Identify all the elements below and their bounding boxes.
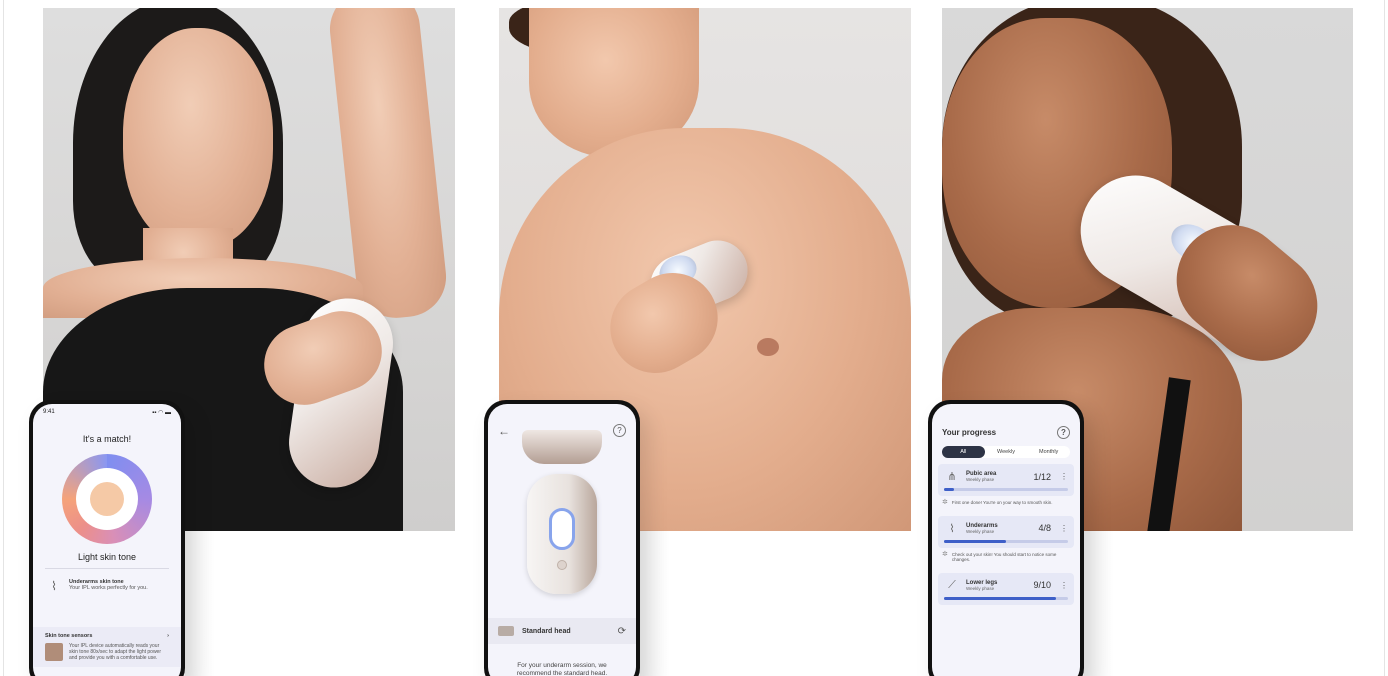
right-frame-line [1384, 0, 1385, 676]
sparkle-icon: ✲ [942, 499, 948, 506]
phone-progress: Your progress ? All Weekly Monthly ⋔ Pub… [928, 400, 1084, 676]
standard-head-row[interactable]: Standard head ⟳ [488, 618, 636, 644]
lower-legs-icon: ⟋ [948, 578, 956, 591]
back-arrow-icon[interactable]: ← [498, 424, 510, 438]
area-phase: Weekly phase [966, 585, 995, 591]
period-tabs: All Weekly Monthly [942, 446, 1070, 458]
head-icon [498, 626, 514, 636]
phone-head-recommendation: ← ? Standard head ⟳ For your underarm se… [484, 400, 640, 676]
area-progress-bar [944, 539, 1068, 543]
tip-text: First one done! You're on your way to sm… [951, 500, 1053, 505]
more-menu-icon[interactable]: ⋮ [1060, 524, 1068, 533]
area-count: 1/12 [1033, 471, 1051, 482]
underarms-icon: ⌇ [51, 579, 57, 593]
phone-skin-tone: 9:41 ▪▪ ◠ ▬ It's a match! Light skin ton… [29, 400, 185, 676]
more-menu-icon[interactable]: ⋮ [1060, 581, 1068, 590]
underarms-info: ⌇ Underarms skin tone Your IPL works per… [33, 575, 181, 597]
sensors-text: Your IPL device automatically reads your… [69, 643, 162, 661]
area-card-lower-legs[interactable]: ⟋ Lower legs Weekly phase 9/10 ⋮ [938, 572, 1074, 605]
left-frame-line [3, 0, 4, 676]
area-phase: Weekly phase [966, 477, 995, 482]
recommendation-text: For your underarm session, we recommend … [516, 662, 608, 676]
help-icon[interactable]: ? [613, 424, 626, 437]
tab-monthly[interactable]: Monthly [1027, 446, 1070, 458]
area-phase: Weekly phase [966, 528, 995, 534]
area-name: Lower legs [966, 579, 998, 586]
area-card-underarms[interactable]: ⌇ Underarms Weekly phase 4/8 ⋮ [938, 515, 1074, 548]
sensors-title: Skin tone sensors [45, 633, 93, 639]
skin-tone-dot [90, 482, 124, 516]
area-name: Underarms [966, 522, 998, 529]
area-progress-bar [944, 488, 1068, 491]
device-window [549, 508, 575, 550]
area-count: 9/10 [1033, 580, 1051, 590]
status-bar: 9:41 ▪▪ ◠ ▬ [33, 404, 181, 416]
tab-weekly[interactable]: Weekly [985, 446, 1028, 458]
chevron-right-icon: › [167, 633, 169, 639]
device-button [557, 560, 567, 570]
tab-all[interactable]: All [942, 446, 985, 458]
underarms-text: Your IPL works perfectly for you. [69, 585, 148, 591]
underarms-icon: ⌇ [949, 522, 955, 535]
ipl-device-image [527, 474, 597, 594]
phone-shadow [1084, 530, 1114, 676]
head-attachment-image [522, 430, 602, 464]
tip: ✲ First one done! You're on your way to … [932, 496, 1080, 510]
divider [45, 568, 169, 569]
phone-shadow [640, 530, 670, 676]
skin-tone-sensors-card[interactable]: Skin tone sensors › Your IPL device auto… [33, 627, 181, 667]
refresh-icon[interactable]: ⟳ [618, 626, 626, 637]
tip-text: Check out your skin! You should start to… [951, 551, 1057, 563]
status-icons: ▪▪ ◠ ▬ [152, 410, 171, 416]
area-progress-bar [944, 596, 1068, 600]
phone-screen: Your progress ? All Weekly Monthly ⋔ Pub… [932, 404, 1080, 676]
match-title: It's a match! [82, 434, 132, 444]
area-count: 4/8 [1038, 523, 1051, 533]
area-card-pubic[interactable]: ⋔ Pubic area Weekly phase 1/12 ⋮ [938, 464, 1074, 496]
skin-tone-ring [62, 454, 152, 544]
phone-screen: 9:41 ▪▪ ◠ ▬ It's a match! Light skin ton… [33, 404, 181, 676]
more-menu-icon[interactable]: ⋮ [1060, 472, 1068, 481]
help-icon[interactable]: ? [1057, 426, 1070, 439]
pubic-area-icon: ⋔ [947, 471, 957, 483]
sparkle-icon: ✲ [942, 550, 948, 558]
progress-title: Your progress [942, 428, 997, 437]
phone-screen: ← ? Standard head ⟳ For your underarm se… [488, 404, 636, 676]
tip: ✲ Check out your skin! You should start … [932, 548, 1080, 567]
progress-fill [944, 539, 1006, 543]
progress-fill [944, 596, 1056, 600]
skin-tone-label: Light skin tone [77, 552, 137, 562]
head-label: Standard head [522, 627, 571, 635]
phone-shadow [185, 530, 215, 676]
progress-fill [944, 488, 954, 491]
sensors-thumbnail [45, 643, 63, 661]
status-time: 9:41 [43, 409, 55, 415]
